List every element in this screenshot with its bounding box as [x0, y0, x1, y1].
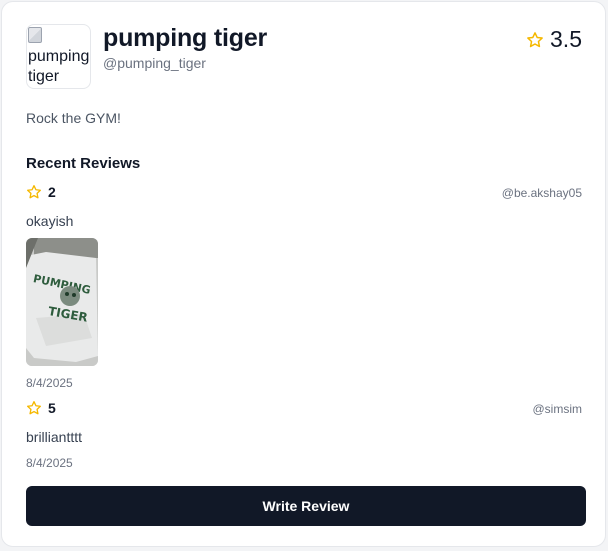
gym-card: pumping tiger pumping tiger @pumping_tig…	[1, 1, 606, 547]
gym-name: pumping tiger	[103, 24, 268, 52]
write-review-button[interactable]: Write Review	[26, 486, 586, 526]
review-photo[interactable]: PUMPING TIGER	[26, 238, 98, 366]
gym-bio: Rock the GYM!	[26, 110, 121, 126]
gym-handle: @pumping_tiger	[103, 55, 206, 71]
broken-image-icon	[28, 27, 42, 43]
review-date: 8/4/2025	[26, 456, 73, 470]
review-date: 8/4/2025	[26, 376, 73, 390]
review-rating-value: 5	[48, 400, 56, 416]
review-rating: 5	[26, 400, 56, 416]
recent-reviews-heading: Recent Reviews	[26, 155, 141, 172]
review-text: okayish	[26, 213, 74, 229]
review-rating: 2	[26, 184, 56, 200]
star-outline-icon	[27, 401, 41, 415]
star-outline-icon	[27, 185, 41, 199]
gym-logo: pumping tiger	[26, 24, 91, 89]
star-outline-icon	[527, 31, 543, 47]
review-text: brilliantttt	[26, 429, 83, 445]
logo-alt-text: pumping tiger	[28, 48, 90, 85]
review-username[interactable]: @simsim	[532, 402, 582, 416]
review-rating-value: 2	[48, 184, 56, 200]
overall-rating: 3.5	[526, 26, 582, 53]
review-username[interactable]: @be.akshay05	[502, 186, 582, 200]
overall-rating-value: 3.5	[550, 26, 582, 52]
